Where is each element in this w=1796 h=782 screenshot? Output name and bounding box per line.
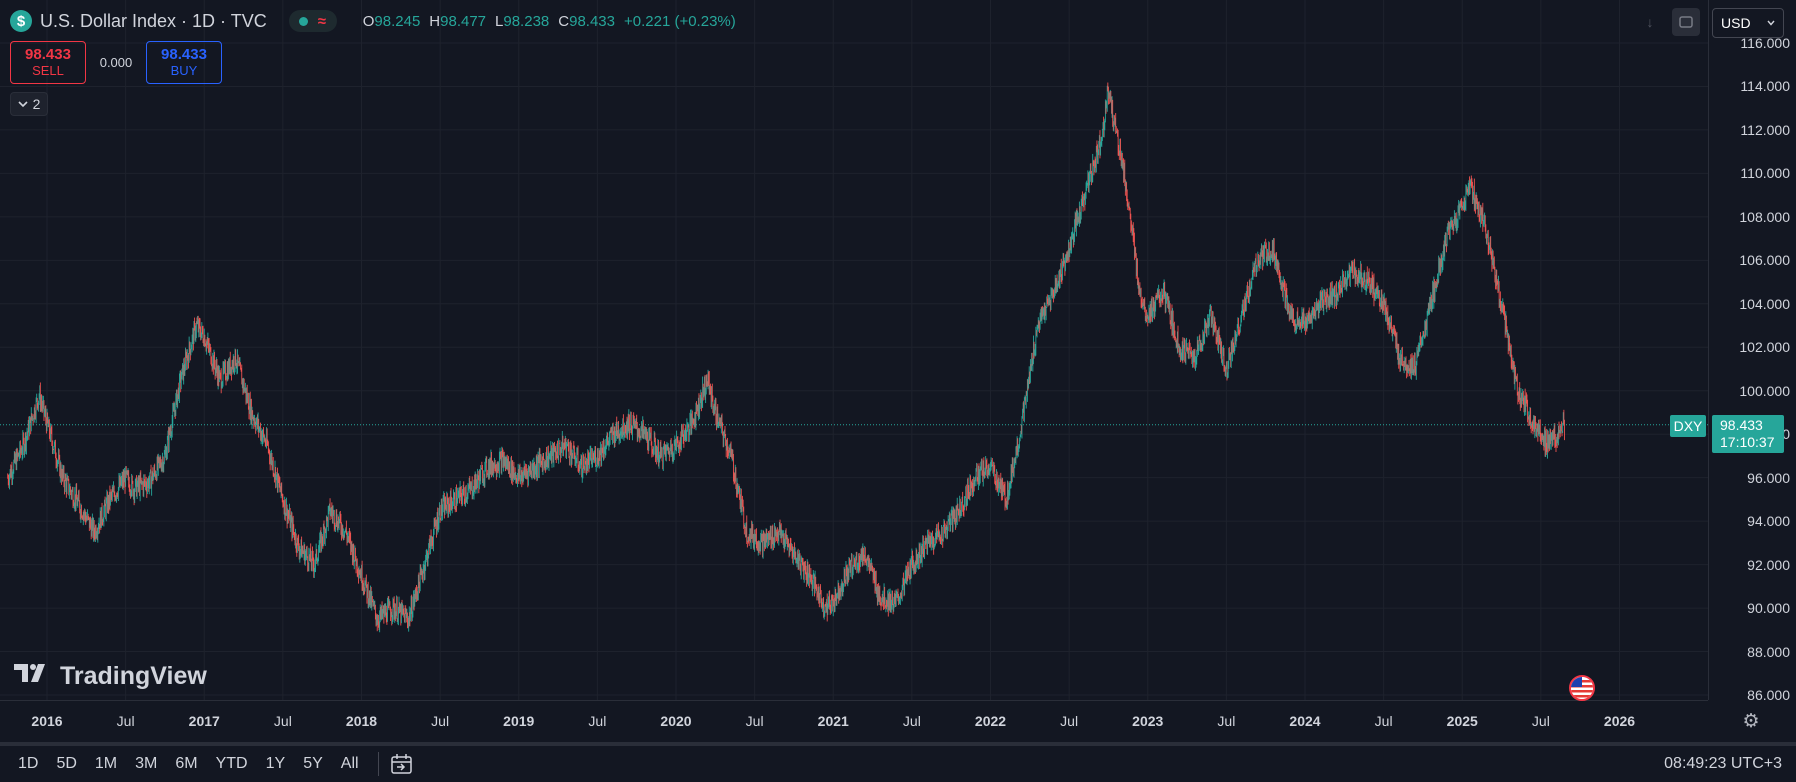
ohlc-change: +0.221 (+0.23%) bbox=[624, 12, 736, 30]
range-5y-button[interactable]: 5Y bbox=[294, 748, 332, 780]
bottom-toolbar: 1D 5D 1M 3M 6M YTD 1Y 5Y All 08:49:23 UT… bbox=[0, 742, 1796, 782]
symbol-title[interactable]: U.S. Dollar Index · 1D · TVC bbox=[40, 11, 267, 32]
price-tick-label: 96.000 bbox=[1747, 469, 1790, 486]
time-tick-label: Jul bbox=[116, 713, 135, 729]
calendar-goto-icon[interactable] bbox=[389, 751, 415, 777]
sell-price: 98.433 bbox=[25, 46, 71, 64]
time-tick-label: 2017 bbox=[188, 713, 220, 729]
price-tick-label: 86.000 bbox=[1747, 687, 1790, 703]
symbol-legend: $ U.S. Dollar Index · 1D · TVC ≈ O98.245… bbox=[10, 8, 736, 34]
time-tick-label: 2023 bbox=[1132, 713, 1164, 729]
buy-button[interactable]: 98.433 BUY bbox=[146, 41, 222, 84]
time-tick-label: Jul bbox=[745, 713, 764, 729]
price-tick-label: 94.000 bbox=[1747, 513, 1790, 530]
time-tick-label: Jul bbox=[431, 713, 450, 729]
trade-panel: 98.433 SELL 0.000 98.433 BUY bbox=[10, 41, 222, 84]
chart-area[interactable] bbox=[0, 0, 1708, 700]
price-tick-label: 114.000 bbox=[1740, 78, 1790, 95]
spread-value: 0.000 bbox=[99, 55, 133, 70]
time-tick-label: Jul bbox=[1217, 713, 1236, 729]
range-ytd-button[interactable]: YTD bbox=[207, 748, 257, 780]
price-tick-label: 88.000 bbox=[1747, 643, 1790, 660]
price-tick-label: 112.000 bbox=[1740, 121, 1790, 138]
symbol-price-tag: DXY bbox=[1670, 414, 1706, 437]
price-tick-label: 102.000 bbox=[1739, 339, 1790, 356]
last-price-value: 98.433 bbox=[1720, 416, 1763, 433]
range-6m-button[interactable]: 6M bbox=[166, 748, 206, 780]
range-1m-button[interactable]: 1M bbox=[86, 748, 126, 780]
currency-select[interactable]: USD bbox=[1712, 8, 1784, 38]
range-all-button[interactable]: All bbox=[332, 748, 368, 780]
currency-value: USD bbox=[1721, 15, 1751, 31]
range-1y-button[interactable]: 1Y bbox=[257, 748, 295, 780]
clock[interactable]: 08:49:23 UTC+3 bbox=[1664, 755, 1782, 773]
price-tick-label: 90.000 bbox=[1747, 600, 1790, 617]
gear-icon[interactable]: ⚙ bbox=[1740, 710, 1762, 732]
toolbar-divider bbox=[377, 752, 379, 776]
time-tick-label: 2022 bbox=[974, 713, 1007, 729]
market-open-dot-icon bbox=[299, 16, 309, 26]
market-status-pill[interactable]: ≈ bbox=[288, 10, 337, 32]
last-price-label: 98.433 17:10:37 bbox=[1712, 414, 1784, 453]
time-tick-label: 2020 bbox=[660, 713, 692, 729]
time-tick-label: 2024 bbox=[1289, 713, 1321, 729]
time-tick-label: Jul bbox=[902, 713, 921, 729]
sell-button[interactable]: 98.433 SELL bbox=[10, 41, 86, 84]
tradingview-wordmark: TradingView bbox=[60, 662, 207, 690]
tradingview-mark-icon bbox=[14, 662, 52, 691]
time-tick-label: Jul bbox=[1374, 713, 1393, 729]
time-tick-label: 2016 bbox=[31, 713, 63, 729]
time-tick-label: 2021 bbox=[817, 713, 849, 729]
price-tick-label: 100.000 bbox=[1739, 382, 1790, 399]
dollar-icon[interactable]: $ bbox=[10, 10, 32, 32]
time-tick-label: 2026 bbox=[1603, 713, 1636, 729]
chevron-down-icon bbox=[18, 101, 28, 108]
ohlc-close: C98.433 bbox=[558, 12, 615, 30]
range-3m-button[interactable]: 3M bbox=[126, 748, 166, 780]
indicators-count: 2 bbox=[32, 96, 41, 112]
candles bbox=[7, 82, 1565, 633]
buy-label: BUY bbox=[170, 62, 198, 78]
ohlc-open: O98.245 bbox=[362, 12, 421, 30]
time-tick-label: Jul bbox=[273, 713, 292, 729]
ohlc-values: O98.245 H98.477 L98.238 C98.433 +0.221 (… bbox=[363, 13, 736, 30]
range-1d-button[interactable]: 1D bbox=[9, 748, 47, 780]
time-tick-label: Jul bbox=[1060, 713, 1079, 729]
indicators-collapse-button[interactable]: 2 bbox=[10, 92, 48, 116]
price-axis[interactable]: 86.00088.00090.00092.00094.00096.00098.0… bbox=[1708, 0, 1796, 703]
wave-icon: ≈ bbox=[317, 12, 327, 30]
scroll-down-icon[interactable]: ↓ bbox=[1636, 8, 1664, 36]
ohlc-low: L98.238 bbox=[495, 12, 550, 30]
time-tick-label: Jul bbox=[1531, 713, 1550, 729]
tradingview-logo[interactable]: TradingView bbox=[14, 662, 207, 691]
time-tick-label: Jul bbox=[588, 713, 607, 729]
price-tick-label: 108.000 bbox=[1739, 208, 1790, 225]
price-tick-label: 106.000 bbox=[1739, 252, 1790, 269]
price-tick-label: 104.000 bbox=[1739, 295, 1790, 312]
price-chart[interactable] bbox=[0, 0, 1708, 700]
bar-countdown: 17:10:37 bbox=[1720, 433, 1775, 450]
chevron-down-icon bbox=[1767, 20, 1775, 26]
price-tick-label: 92.000 bbox=[1747, 556, 1790, 573]
range-5d-button[interactable]: 5D bbox=[47, 748, 85, 780]
price-tick-label: 110.000 bbox=[1740, 165, 1790, 182]
buy-price: 98.433 bbox=[161, 46, 207, 64]
ohlc-high: H98.477 bbox=[429, 12, 487, 30]
chart-controls: ↓ bbox=[1636, 8, 1700, 36]
sell-label: SELL bbox=[32, 62, 64, 78]
time-tick-label: 2025 bbox=[1446, 713, 1478, 729]
time-tick-label: 2018 bbox=[345, 713, 378, 729]
refresh-icon[interactable] bbox=[1672, 8, 1700, 36]
time-axis[interactable]: 2016 Jul 2017 Jul 2018 Jul 2019 Jul 2020 Jul 2021 J… bbox=[0, 700, 1708, 742]
time-tick-label: 2019 bbox=[503, 713, 535, 729]
us-flag-icon[interactable] bbox=[1569, 675, 1595, 701]
